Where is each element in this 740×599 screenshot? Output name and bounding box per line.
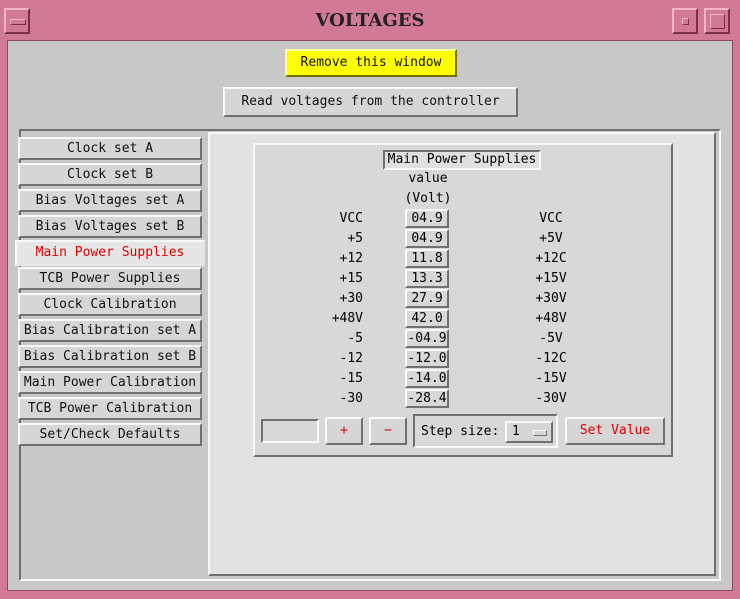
row-label: -5 [347, 331, 363, 346]
voltage-value[interactable]: 04.9 [405, 229, 449, 248]
tab-bias-calibration-set-b[interactable]: Bias Calibration set B [18, 345, 202, 368]
read-voltages-button[interactable]: Read voltages from the controller [223, 87, 518, 117]
tab-tcb-power-supplies[interactable]: TCB Power Supplies [18, 267, 202, 290]
voltage-value[interactable]: 04.9 [405, 209, 449, 228]
row-name: +30V [535, 291, 567, 306]
decrement-button[interactable]: − [369, 417, 407, 445]
row-name: -15V [535, 371, 567, 386]
tab-bias-voltages-set-a[interactable]: Bias Voltages set A [18, 189, 202, 212]
value-entry-field[interactable] [261, 419, 319, 443]
dropdown-icon [533, 430, 547, 436]
tab-clock-set-b[interactable]: Clock set B [18, 163, 202, 186]
tab-tcb-power-calibration[interactable]: TCB Power Calibration [18, 397, 202, 420]
row-name: -30V [535, 391, 567, 406]
remove-window-button[interactable]: Remove this window [285, 49, 457, 77]
step-size-group: Step size: 1 [413, 414, 558, 448]
main-power-panel: Main Power Supplies value (Volt) VCC 04.… [253, 143, 673, 457]
row-name: +12C [535, 251, 567, 266]
row-label: +48V [331, 311, 363, 326]
step-size-select[interactable]: 1 [505, 421, 553, 443]
tab-bias-calibration-set-a[interactable]: Bias Calibration set A [18, 319, 202, 342]
panel-title: Main Power Supplies [383, 150, 541, 170]
voltage-value[interactable]: -14.0 [405, 369, 449, 388]
column-header-value: value [408, 171, 448, 186]
row-label: +30 [339, 291, 363, 306]
maximize-icon [710, 14, 725, 29]
row-label: -15 [339, 371, 363, 386]
row-name: -12C [535, 351, 567, 366]
step-size-value: 1 [512, 424, 520, 439]
row-name: VCC [539, 211, 563, 226]
maximize-button[interactable] [704, 8, 730, 34]
voltage-value[interactable]: 13.3 [405, 269, 449, 288]
tab-clock-set-a[interactable]: Clock set A [18, 137, 202, 160]
row-label: -30 [339, 391, 363, 406]
row-label: -12 [339, 351, 363, 366]
voltage-value[interactable]: 11.8 [405, 249, 449, 268]
minimize-button[interactable] [672, 8, 698, 34]
window-title: VOLTAGES [315, 10, 425, 31]
voltage-value[interactable]: -12.0 [405, 349, 449, 368]
increment-button[interactable]: + [325, 417, 363, 445]
row-label: VCC [339, 211, 363, 226]
row-name: +15V [535, 271, 567, 286]
minimize-icon [682, 18, 689, 25]
title-bar[interactable]: VOLTAGES [4, 6, 736, 38]
column-header-unit: (Volt) [404, 191, 452, 206]
tab-bias-voltages-set-b[interactable]: Bias Voltages set B [18, 215, 202, 238]
window: VOLTAGES Remove this window Read voltage… [0, 0, 740, 599]
row-label: +5 [347, 231, 363, 246]
row-name: +48V [535, 311, 567, 326]
voltage-value[interactable]: -28.4 [405, 389, 449, 408]
row-label: +15 [339, 271, 363, 286]
voltage-value[interactable]: 27.9 [405, 289, 449, 308]
set-value-button[interactable]: Set Value [565, 417, 665, 445]
tab-main-power-calibration[interactable]: Main Power Calibration [18, 371, 202, 394]
row-name: +5V [539, 231, 563, 246]
tab-main-power-supplies[interactable]: Main Power Supplies [15, 240, 205, 266]
row-label: +12 [339, 251, 363, 266]
row-name: -5V [539, 331, 563, 346]
tab-page: Main Power Supplies value (Volt) VCC 04.… [208, 132, 716, 576]
voltage-value[interactable]: -04.9 [405, 329, 449, 348]
voltage-value[interactable]: 42.0 [405, 309, 449, 328]
tab-set-check-defaults[interactable]: Set/Check Defaults [18, 423, 202, 446]
tab-clock-calibration[interactable]: Clock Calibration [18, 293, 202, 316]
step-size-label: Step size: [421, 424, 500, 439]
